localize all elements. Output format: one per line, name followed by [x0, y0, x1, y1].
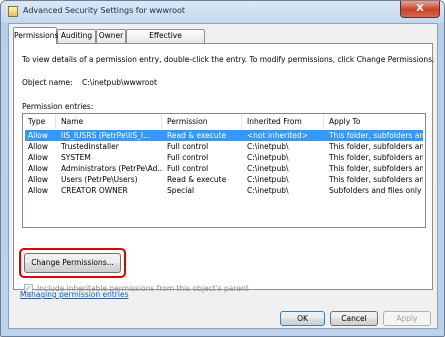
table-row[interactable]: Allow Users (PetrPe\Users) Read & execut…	[25, 174, 423, 185]
cell-type: Allow	[28, 142, 49, 151]
cell-type: Allow	[28, 164, 49, 173]
ok-button[interactable]: OK	[280, 311, 325, 326]
cell-name: Administrators (PetrPe\Ad...	[61, 164, 163, 173]
cell-type: Allow	[28, 175, 49, 184]
cell-permission: Special	[167, 186, 195, 195]
table-row[interactable]: Allow SYSTEM Full control C:\inetpub\ Th…	[25, 152, 423, 163]
cell-permission: Read & execute	[167, 131, 227, 140]
cell-inherited-from: C:\inetpub\	[247, 153, 289, 162]
cell-apply-to: This folder, subfolders and...	[329, 175, 423, 184]
change-permissions-button[interactable]: Change Permissions...	[24, 253, 121, 273]
tab-permissions[interactable]: Permissions	[13, 27, 58, 44]
tab-auditing[interactable]: Auditing	[57, 29, 96, 43]
managing-permission-entries-link[interactable]: Managing permission entries	[20, 290, 129, 299]
table-row[interactable]: Allow Administrators (PetrPe\Ad... Full …	[25, 163, 423, 174]
cell-inherited-from: C:\inetpub\	[247, 186, 289, 195]
cell-type: Allow	[28, 186, 49, 195]
permission-entries-label: Permission entries:	[22, 102, 94, 111]
cell-name: CREATOR OWNER	[61, 186, 128, 195]
object-name-value: C:\inetpub\wwwroot	[82, 78, 157, 87]
cell-permission: Read & execute	[167, 175, 227, 184]
cancel-button[interactable]: Cancel	[330, 311, 378, 326]
cell-name: TrustedInstaller	[61, 142, 119, 151]
cell-type: Allow	[28, 131, 49, 140]
column-header-type[interactable]: Type	[23, 114, 56, 129]
list-header: Type Name Permission Inherited From Appl…	[23, 114, 425, 129]
instructions-text: To view details of a permission entry, d…	[22, 55, 435, 64]
apply-button[interactable]: Apply	[383, 311, 431, 326]
cell-apply-to: This folder, subfolders and...	[329, 142, 423, 151]
cell-inherited-from: C:\inetpub\	[247, 142, 289, 151]
cell-name: IIS_IUSRS (PetrPe\IIS_I...	[61, 131, 151, 140]
column-header-name[interactable]: Name	[56, 114, 162, 129]
cell-permission: Full control	[167, 153, 209, 162]
close-button[interactable]: X	[400, 1, 440, 18]
permission-entries-list[interactable]: Type Name Permission Inherited From Appl…	[22, 113, 426, 228]
cell-inherited-from: C:\inetpub\	[247, 164, 289, 173]
cell-apply-to: This folder, subfolders and...	[329, 164, 423, 173]
title-bar[interactable]: Advanced Security Settings for wwwroot X	[1, 1, 444, 23]
cell-apply-to: This folder, subfolders and...	[329, 131, 423, 140]
dialog-window: Advanced Security Settings for wwwroot X…	[0, 0, 445, 337]
folder-icon	[8, 6, 18, 17]
cell-name: Users (PetrPe\Users)	[61, 175, 138, 184]
cell-permission: Full control	[167, 142, 209, 151]
tab-effective-permissions[interactable]: Effective Permissions	[126, 29, 205, 52]
dialog-body: Permissions Auditing Owner Effective Per…	[8, 23, 438, 329]
cell-permission: Full control	[167, 164, 209, 173]
cell-name: SYSTEM	[61, 153, 91, 162]
table-row[interactable]: Allow TrustedInstaller Full control C:\i…	[25, 141, 423, 152]
table-row[interactable]: Allow CREATOR OWNER Special C:\inetpub\ …	[25, 185, 423, 196]
object-name-label: Object name:	[22, 78, 73, 87]
permissions-panel: To view details of a permission entry, d…	[13, 43, 435, 293]
cell-inherited-from: C:\inetpub\	[247, 175, 289, 184]
cell-apply-to: Subfolders and files only	[329, 186, 422, 195]
column-header-inherited-from[interactable]: Inherited From	[242, 114, 324, 129]
table-row[interactable]: Allow IIS_IUSRS (PetrPe\IIS_I... Read & …	[25, 130, 423, 141]
column-header-apply-to[interactable]: Apply To	[324, 114, 425, 129]
cell-apply-to: This folder, subfolders and...	[329, 153, 423, 162]
tab-owner[interactable]: Owner	[96, 29, 126, 43]
cell-inherited-from: <not inherited>	[247, 131, 308, 140]
window-title: Advanced Security Settings for wwwroot	[23, 6, 186, 15]
cell-type: Allow	[28, 153, 49, 162]
column-header-permission[interactable]: Permission	[162, 114, 242, 129]
